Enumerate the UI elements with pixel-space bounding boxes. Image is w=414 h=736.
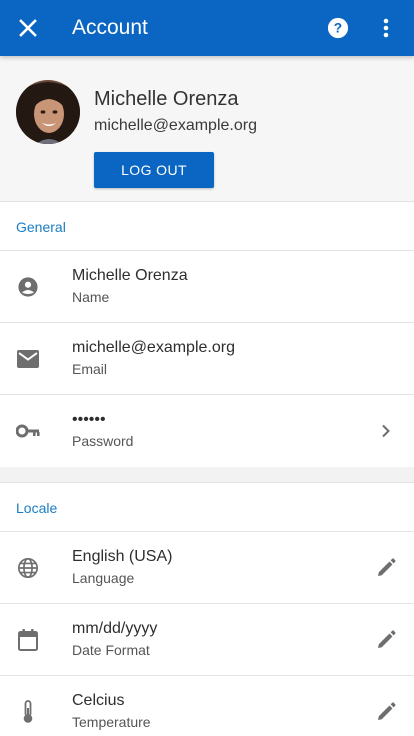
item-label: Password [72,433,134,449]
list-item-name[interactable]: Michelle Orenza Name [0,251,414,323]
key-icon [16,419,40,443]
more-vert-icon[interactable] [372,14,400,42]
profile-email: michelle@example.org [94,117,257,134]
item-value: Celcius [72,692,125,709]
section-title: General [16,219,66,235]
close-icon[interactable] [14,14,42,42]
profile-header: Michelle Orenza michelle@example.org LOG… [0,56,414,202]
list-item-language[interactable]: English (USA) Language [0,532,414,604]
edit-icon[interactable] [374,700,398,724]
item-label: Temperature [72,714,151,730]
section-header-general: General [0,203,414,251]
item-value: English (USA) [72,548,173,565]
logout-button[interactable]: LOG OUT [94,152,214,188]
app-bar: Account ? [0,0,414,56]
edit-icon[interactable] [374,628,398,652]
mail-icon [16,347,40,371]
item-value: michelle@example.org [72,339,235,356]
list-item-temperature[interactable]: Celcius Temperature [0,676,414,736]
avatar [16,80,80,144]
list-item-email[interactable]: michelle@example.org Email [0,323,414,395]
list-item-password[interactable]: •••••• Password [0,395,414,467]
help-icon[interactable]: ? [324,14,352,42]
chevron-right-icon[interactable] [374,419,398,443]
profile-name: Michelle Orenza [94,88,239,110]
section-divider [0,467,414,483]
edit-icon[interactable] [374,556,398,580]
globe-icon [16,556,40,580]
section-title: Locale [16,500,58,516]
item-label: Name [72,289,110,305]
svg-text:?: ? [334,21,342,36]
page-title: Account [72,16,148,39]
item-label: Date Format [72,642,150,658]
item-label: Language [72,570,135,586]
person-icon [16,275,40,299]
item-value: Michelle Orenza [72,267,188,284]
item-value: •••••• [72,411,106,428]
calendar-icon [16,628,40,652]
item-label: Email [72,361,108,377]
list-item-date-format[interactable]: mm/dd/yyyy Date Format [0,604,414,676]
section-header-locale: Locale [0,484,414,532]
item-value: mm/dd/yyyy [72,620,158,637]
thermometer-icon [16,700,40,724]
